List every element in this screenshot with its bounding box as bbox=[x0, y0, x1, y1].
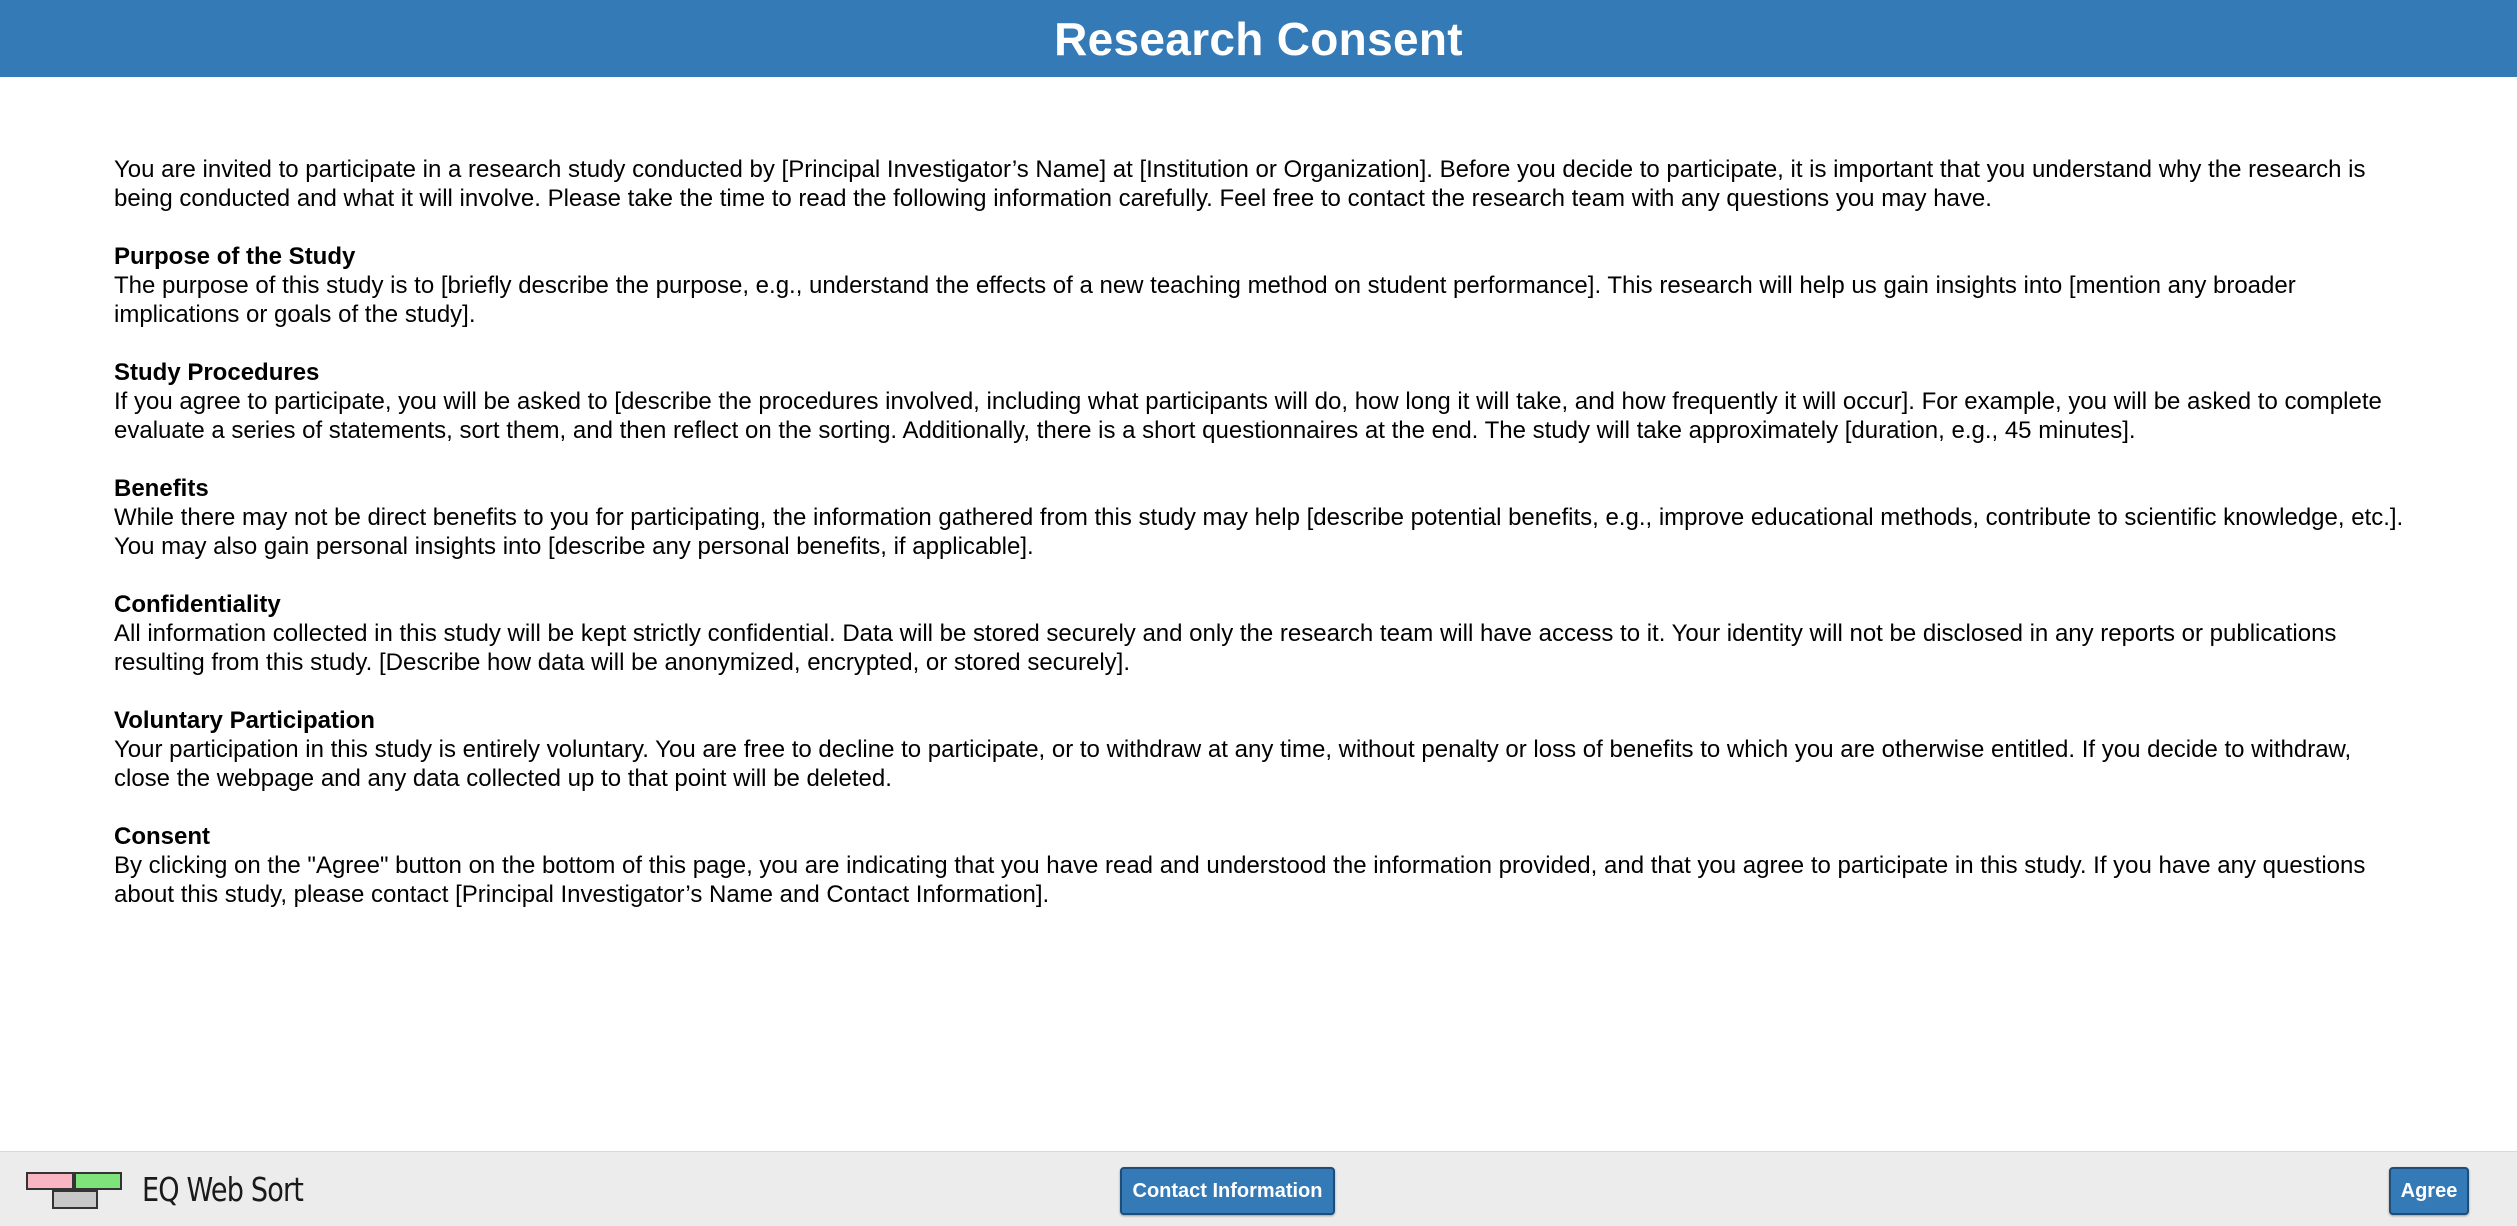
section-body: If you agree to participate, you will be… bbox=[114, 388, 2382, 444]
agree-button[interactable]: Agree bbox=[2389, 1167, 2469, 1215]
section-voluntary: Voluntary Participation Your participati… bbox=[114, 706, 2404, 793]
contact-information-button[interactable]: Contact Information bbox=[1120, 1167, 1335, 1215]
logo-pink-block bbox=[26, 1172, 74, 1190]
footer-bar: EQ Web Sort Contact Information Agree bbox=[0, 1151, 2517, 1226]
eq-web-sort-logo-icon bbox=[26, 1172, 126, 1212]
section-body: By clicking on the "Agree" button on the… bbox=[114, 852, 2366, 908]
section-title: Purpose of the Study bbox=[114, 243, 356, 270]
consent-content: You are invited to participate in a rese… bbox=[114, 155, 2404, 938]
section-title: Study Procedures bbox=[114, 359, 320, 386]
section-procedures: Study Procedures If you agree to partici… bbox=[114, 358, 2404, 445]
intro-paragraph: You are invited to participate in a rese… bbox=[114, 156, 2366, 212]
section-confidentiality: Confidentiality All information collecte… bbox=[114, 590, 2404, 677]
section-purpose: Purpose of the Study The purpose of this… bbox=[114, 242, 2404, 329]
section-consent: Consent By clicking on the "Agree" butto… bbox=[114, 822, 2404, 909]
section-title: Benefits bbox=[114, 475, 209, 502]
logo-green-block bbox=[74, 1172, 122, 1190]
section-body: While there may not be direct benefits t… bbox=[114, 504, 2404, 560]
section-body: Your participation in this study is enti… bbox=[114, 736, 2352, 792]
logo-gray-block bbox=[52, 1190, 98, 1209]
brand-name: EQ Web Sort bbox=[142, 1170, 304, 1209]
section-title: Voluntary Participation bbox=[114, 707, 375, 734]
section-title: Confidentiality bbox=[114, 591, 281, 618]
section-benefits: Benefits While there may not be direct b… bbox=[114, 474, 2404, 561]
page-header: Research Consent bbox=[0, 0, 2517, 77]
section-body: The purpose of this study is to [briefly… bbox=[114, 272, 2296, 328]
section-body: All information collected in this study … bbox=[114, 620, 2337, 676]
page-title: Research Consent bbox=[1054, 12, 1463, 65]
section-title: Consent bbox=[114, 823, 210, 850]
